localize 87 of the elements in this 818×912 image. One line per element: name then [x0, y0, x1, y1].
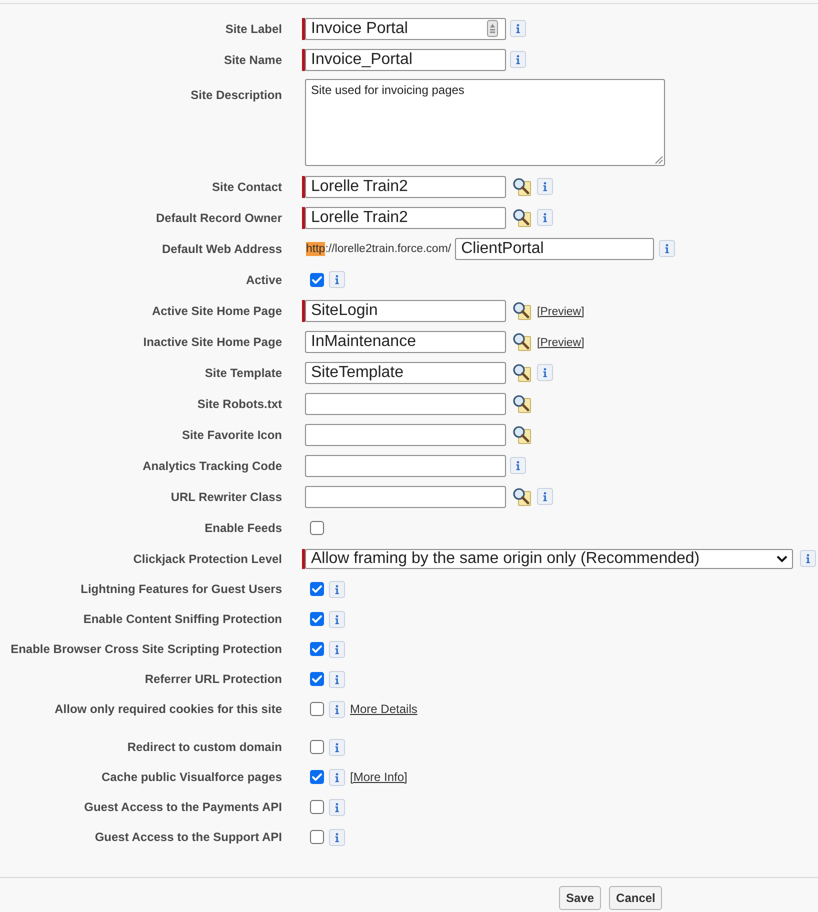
field-label: Default Record Owner — [156, 210, 282, 224]
field-label: Site Favorite Icon — [182, 428, 282, 442]
search-icon[interactable] — [512, 208, 531, 227]
search-icon[interactable] — [512, 332, 531, 351]
info-icon[interactable] — [800, 550, 816, 567]
search-icon[interactable] — [512, 487, 531, 506]
checkbox[interactable] — [310, 830, 324, 844]
link[interactable]: [Preview] — [537, 304, 584, 321]
checkbox[interactable] — [310, 702, 324, 716]
checkbox[interactable] — [310, 642, 324, 656]
checkbox[interactable] — [310, 582, 324, 596]
link[interactable]: [Preview] — [537, 334, 584, 352]
text-field[interactable] — [305, 424, 506, 446]
search-icon[interactable] — [512, 177, 531, 196]
dropdown[interactable]: Allow framing by the same origin only (Recommended) — [305, 548, 793, 568]
field-label: Inactive Site Home Page — [143, 334, 282, 348]
checkbox[interactable] — [310, 770, 324, 784]
info-icon[interactable] — [329, 738, 345, 756]
search-icon[interactable] — [512, 363, 531, 382]
info-icon[interactable] — [329, 271, 345, 288]
text-field[interactable]: InMaintenance — [305, 330, 506, 352]
info-icon[interactable] — [329, 670, 345, 688]
field-label: Active Site Home Page — [152, 304, 282, 318]
field-label: Lightning Features for Guest Users — [80, 582, 282, 596]
text-field[interactable]: SiteLogin — [305, 300, 506, 322]
field-label: Site Name — [224, 52, 282, 66]
field-label: Site Contact — [212, 180, 282, 194]
text-field[interactable]: Lorelle Train2 — [305, 206, 506, 228]
field-label: Guest Access to the Payments API — [84, 800, 282, 814]
cancel-button[interactable]: Cancel — [609, 886, 662, 910]
link[interactable]: [More Info] — [350, 768, 408, 786]
field-label: Redirect to custom domain — [127, 740, 282, 754]
text-field[interactable]: Invoice Portal — [305, 18, 506, 40]
text-field[interactable] — [305, 392, 506, 414]
info-icon[interactable] — [659, 240, 676, 257]
info-icon[interactable] — [510, 20, 526, 37]
field-label: Enable Feeds — [204, 520, 282, 534]
text-field[interactable] — [305, 486, 506, 508]
field-label: Referrer URL Protection — [144, 672, 282, 686]
field-label: Site Label — [225, 22, 282, 36]
info-icon[interactable] — [510, 457, 526, 474]
checkbox[interactable] — [310, 740, 324, 754]
checkbox[interactable] — [310, 612, 324, 626]
checkbox[interactable] — [310, 672, 324, 686]
search-icon[interactable] — [512, 394, 531, 413]
url-scheme-text: http — [306, 242, 326, 256]
text-field[interactable]: ClientPortal — [455, 238, 654, 260]
info-icon[interactable] — [510, 51, 526, 68]
info-icon[interactable] — [329, 798, 345, 816]
info-icon[interactable] — [537, 209, 553, 226]
field-label: Site Robots.txt — [197, 396, 282, 410]
field-label: Enable Browser Cross Site Scripting Protection — [10, 642, 282, 656]
link[interactable]: More Details — [350, 700, 418, 718]
text-field[interactable]: Lorelle Train2 — [305, 176, 506, 198]
text-field[interactable]: Invoice_Portal — [305, 48, 506, 70]
info-icon[interactable] — [329, 700, 345, 718]
info-icon[interactable] — [329, 610, 345, 628]
field-label: Cache public Visualforce pages — [101, 770, 282, 784]
field-label: Clickjack Protection Level — [133, 552, 282, 566]
info-icon[interactable] — [537, 364, 553, 381]
text-field[interactable]: SiteTemplate — [305, 362, 506, 384]
field-label: Active — [246, 272, 282, 286]
info-icon[interactable] — [329, 768, 345, 786]
field-label: Site Template — [204, 366, 282, 380]
url-host-text: ://lorelle2train.force.com/ — [325, 242, 452, 256]
field-label: Allow only required cookies for this site — [54, 702, 282, 716]
checkbox[interactable] — [310, 800, 324, 814]
field-label: Enable Content Sniffing Protection — [83, 612, 282, 626]
info-icon[interactable] — [329, 828, 345, 846]
description-field[interactable]: Site used for invoicing pages — [305, 79, 665, 166]
search-icon[interactable] — [512, 301, 531, 320]
info-icon[interactable] — [329, 580, 345, 598]
field-label: Analytics Tracking Code — [142, 458, 282, 472]
field-label: Site Description — [190, 88, 282, 102]
info-icon[interactable] — [537, 178, 553, 195]
text-field[interactable] — [305, 454, 506, 476]
save-button[interactable]: Save — [559, 886, 602, 910]
chevron-down-icon — [776, 554, 788, 562]
checkbox[interactable] — [310, 272, 324, 286]
field-label: Guest Access to the Support API — [94, 830, 282, 844]
info-icon[interactable] — [537, 488, 553, 505]
info-icon[interactable] — [329, 640, 345, 658]
search-icon[interactable] — [512, 425, 531, 444]
field-label: Default Web Address — [162, 242, 282, 256]
field-label: URL Rewriter Class — [170, 490, 282, 504]
resize-handle-icon[interactable] — [654, 155, 663, 164]
checkbox[interactable] — [310, 520, 324, 534]
